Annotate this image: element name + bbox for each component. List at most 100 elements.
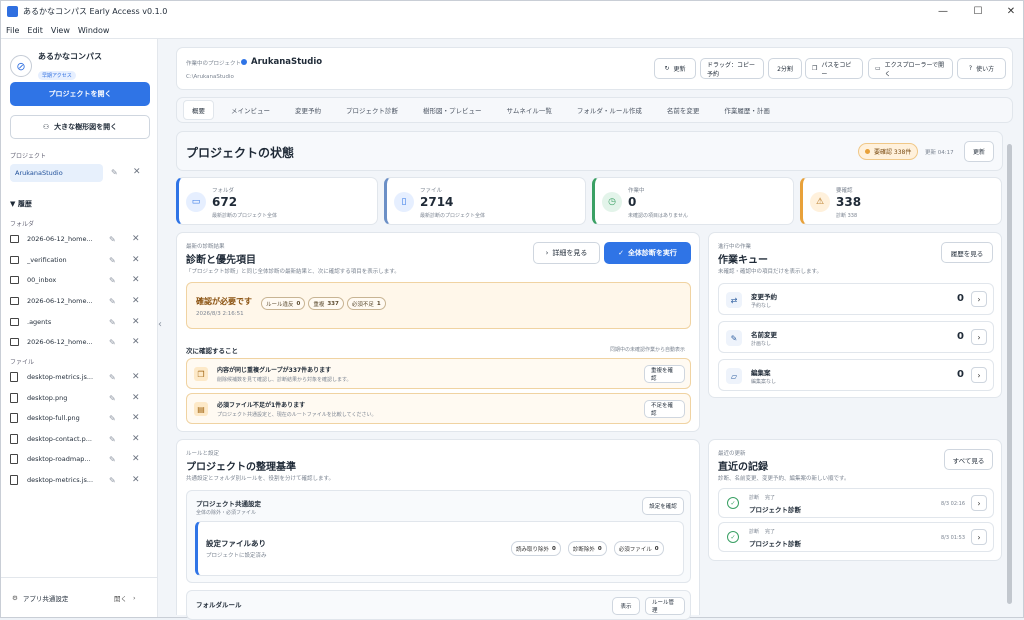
recent-item[interactable]: ✓ 診断 完了 プロジェクト診断 8/3 02:16 › (718, 488, 994, 518)
rule-manage-button[interactable]: ルール管理 (645, 597, 685, 615)
menu-window[interactable]: Window (78, 26, 110, 35)
remove-icon[interactable]: ✕ (132, 296, 140, 306)
view-detail-button[interactable]: › 詳細を見る (533, 242, 600, 264)
remove-icon[interactable]: ✕ (132, 434, 140, 444)
tab-main-view[interactable]: メインビュー (223, 101, 278, 119)
chevron-right-icon[interactable]: › (971, 367, 987, 383)
queue-item[interactable]: ▱ 編集案 編集案なし 0 › (718, 359, 994, 391)
tab-history-plan[interactable]: 作業履歴・計画 (716, 101, 778, 119)
open-project-button[interactable]: プロジェクトを開く (10, 82, 150, 106)
chevron-right-icon[interactable]: › (133, 594, 136, 602)
files-section-label: ファイル (10, 359, 35, 366)
copy-path-button[interactable]: ❐ パスをコピー (805, 58, 863, 79)
recent-kind: 診断 (749, 529, 760, 535)
menu-file[interactable]: File (6, 26, 19, 35)
pin-icon[interactable]: ✎ (109, 338, 116, 347)
remove-icon[interactable]: ✕ (132, 255, 140, 265)
pin-icon[interactable]: ✎ (109, 297, 116, 306)
remove-icon[interactable]: ✕ (132, 475, 140, 485)
folder-item[interactable]: .agents ✎ ✕ (10, 312, 155, 332)
tab-folder-rules[interactable]: フォルダ・ルール作成 (569, 101, 650, 119)
folder-item[interactable]: 2026-06-12_home... ✎ ✕ (10, 332, 155, 352)
chevron-right-icon[interactable]: › (971, 495, 987, 511)
open-explorer-button[interactable]: ▭ エクスプローラーで開く (868, 58, 953, 79)
tab-reservations[interactable]: 変更予約 (287, 101, 329, 119)
tab-thumbnails[interactable]: サムネイル一覧 (499, 101, 560, 119)
close-icon[interactable]: ✕ (991, 1, 1024, 22)
check-duplicates-button[interactable]: 重複を確認 (644, 365, 685, 383)
chevron-right-icon[interactable]: › (971, 291, 987, 307)
main-scrollbar[interactable] (1007, 144, 1012, 604)
remove-icon[interactable]: ✕ (132, 393, 140, 403)
drag-copy-button[interactable]: ドラッグ：コピー予約 (700, 58, 764, 79)
pin-icon[interactable]: ✎ (109, 373, 116, 382)
chevron-right-icon[interactable]: › (971, 329, 987, 345)
file-label: desktop.png (27, 394, 68, 402)
minimize-icon[interactable]: — (923, 1, 963, 22)
file-item[interactable]: desktop.png ✎ ✕ (10, 388, 155, 408)
view-all-button[interactable]: すべて見る (944, 449, 993, 470)
remove-icon[interactable]: ✕ (132, 275, 140, 285)
remove-icon[interactable]: ✕ (132, 234, 140, 244)
help-button[interactable]: ? 使い方 (957, 58, 1006, 79)
pin-icon[interactable]: ✎ (109, 318, 116, 327)
project-path: C:\ArukanaStudio (186, 74, 234, 80)
status-refresh-button[interactable]: 更新 (964, 141, 994, 162)
check-missing-button[interactable]: 不足を確認 (644, 400, 685, 418)
split-button[interactable]: 2分割 (768, 58, 802, 79)
check-settings-button[interactable]: 設定を確認 (642, 497, 684, 515)
queue-item-sub: 計画なし (751, 341, 772, 347)
folder-item[interactable]: 2026-06-12_home... ✎ ✕ (10, 229, 155, 249)
current-project-item[interactable]: ArukanaStudio (10, 164, 103, 182)
app-settings-open[interactable]: 開く (114, 593, 127, 603)
pin-icon[interactable]: ✎ (109, 414, 116, 423)
history-toggle[interactable]: ▼ 履歴 (10, 199, 32, 209)
menu-view[interactable]: View (51, 26, 70, 35)
collapse-sidebar-icon[interactable]: ‹ (158, 319, 162, 330)
pin-icon[interactable]: ✎ (109, 394, 116, 403)
recent-item[interactable]: ✓ 診断 完了 プロジェクト診断 8/3 01:53 › (718, 522, 994, 552)
tab-overview[interactable]: 概要 (183, 100, 214, 120)
folder-item[interactable]: 00_inbox ✎ ✕ (10, 270, 155, 290)
pin-icon[interactable]: ✎ (109, 455, 116, 464)
remove-icon[interactable]: ✕ (132, 337, 140, 347)
status-dot (241, 59, 247, 65)
run-diagnosis-button[interactable]: ✓ 全体診断を実行 (604, 242, 691, 264)
tab-rename[interactable]: 名前を変更 (659, 101, 708, 119)
remove-icon[interactable]: ✕ (132, 413, 140, 423)
pin-icon[interactable]: ✎ (109, 256, 116, 265)
recent-state: 完了 (765, 529, 776, 535)
pin-icon[interactable]: ✎ (111, 168, 118, 177)
queue-item[interactable]: ⇄ 変更予約 予約なし 0 › (718, 283, 994, 315)
refresh-button[interactable]: ↻ 更新 (654, 58, 696, 79)
remove-icon[interactable]: ✕ (132, 454, 140, 464)
file-item[interactable]: desktop-metrics.js... ✎ ✕ (10, 470, 155, 490)
remove-icon[interactable]: ✕ (132, 372, 140, 382)
folder-item[interactable]: _verification ✎ ✕ (10, 250, 155, 270)
tab-tree-preview[interactable]: 樹形図・プレビュー (415, 101, 490, 119)
queue-item[interactable]: ✎ 名前変更 計画なし 0 › (718, 321, 994, 353)
app-settings-footer[interactable]: ⚙ アプリ共通設定 開く › (1, 577, 157, 617)
folder-item[interactable]: 2026-06-12_home... ✎ ✕ (10, 291, 155, 311)
menu-edit[interactable]: Edit (27, 26, 43, 35)
tab-diagnosis[interactable]: プロジェクト診断 (338, 101, 406, 119)
view-history-button[interactable]: 履歴を見る (941, 242, 993, 263)
file-item[interactable]: desktop-full.png ✎ ✕ (10, 408, 155, 428)
file-item[interactable]: desktop-roadmap... ✎ ✕ (10, 449, 155, 469)
stat-card-in-progress: ◷ 作業中 0 未確認の項目はありません (592, 177, 794, 225)
pin-icon[interactable]: ✎ (109, 235, 116, 244)
pin-icon[interactable]: ✎ (109, 476, 116, 485)
recent-card: 最近の更新 直近の記録 診断、名前変更、変更予約、編集案の新しい順です。 すべて… (708, 439, 1002, 561)
folder-rule-view-button[interactable]: 表示 (612, 597, 640, 615)
pin-icon[interactable]: ✎ (109, 276, 116, 285)
file-item[interactable]: desktop-contact.p... ✎ ✕ (10, 429, 155, 449)
file-item[interactable]: desktop-metrics.js... ✎ ✕ (10, 367, 155, 387)
file-icon: ▯ (394, 192, 414, 212)
remove-icon[interactable]: ✕ (132, 317, 140, 327)
open-tree-button[interactable]: ⚇ 大きな樹形図を開く (10, 115, 150, 139)
common-settings-title: プロジェクト共通設定 (196, 500, 261, 508)
chevron-right-icon[interactable]: › (971, 529, 987, 545)
run-diagnosis-label: 全体診断を実行 (627, 249, 677, 257)
close-project-icon[interactable]: ✕ (133, 167, 141, 177)
pin-icon[interactable]: ✎ (109, 435, 116, 444)
